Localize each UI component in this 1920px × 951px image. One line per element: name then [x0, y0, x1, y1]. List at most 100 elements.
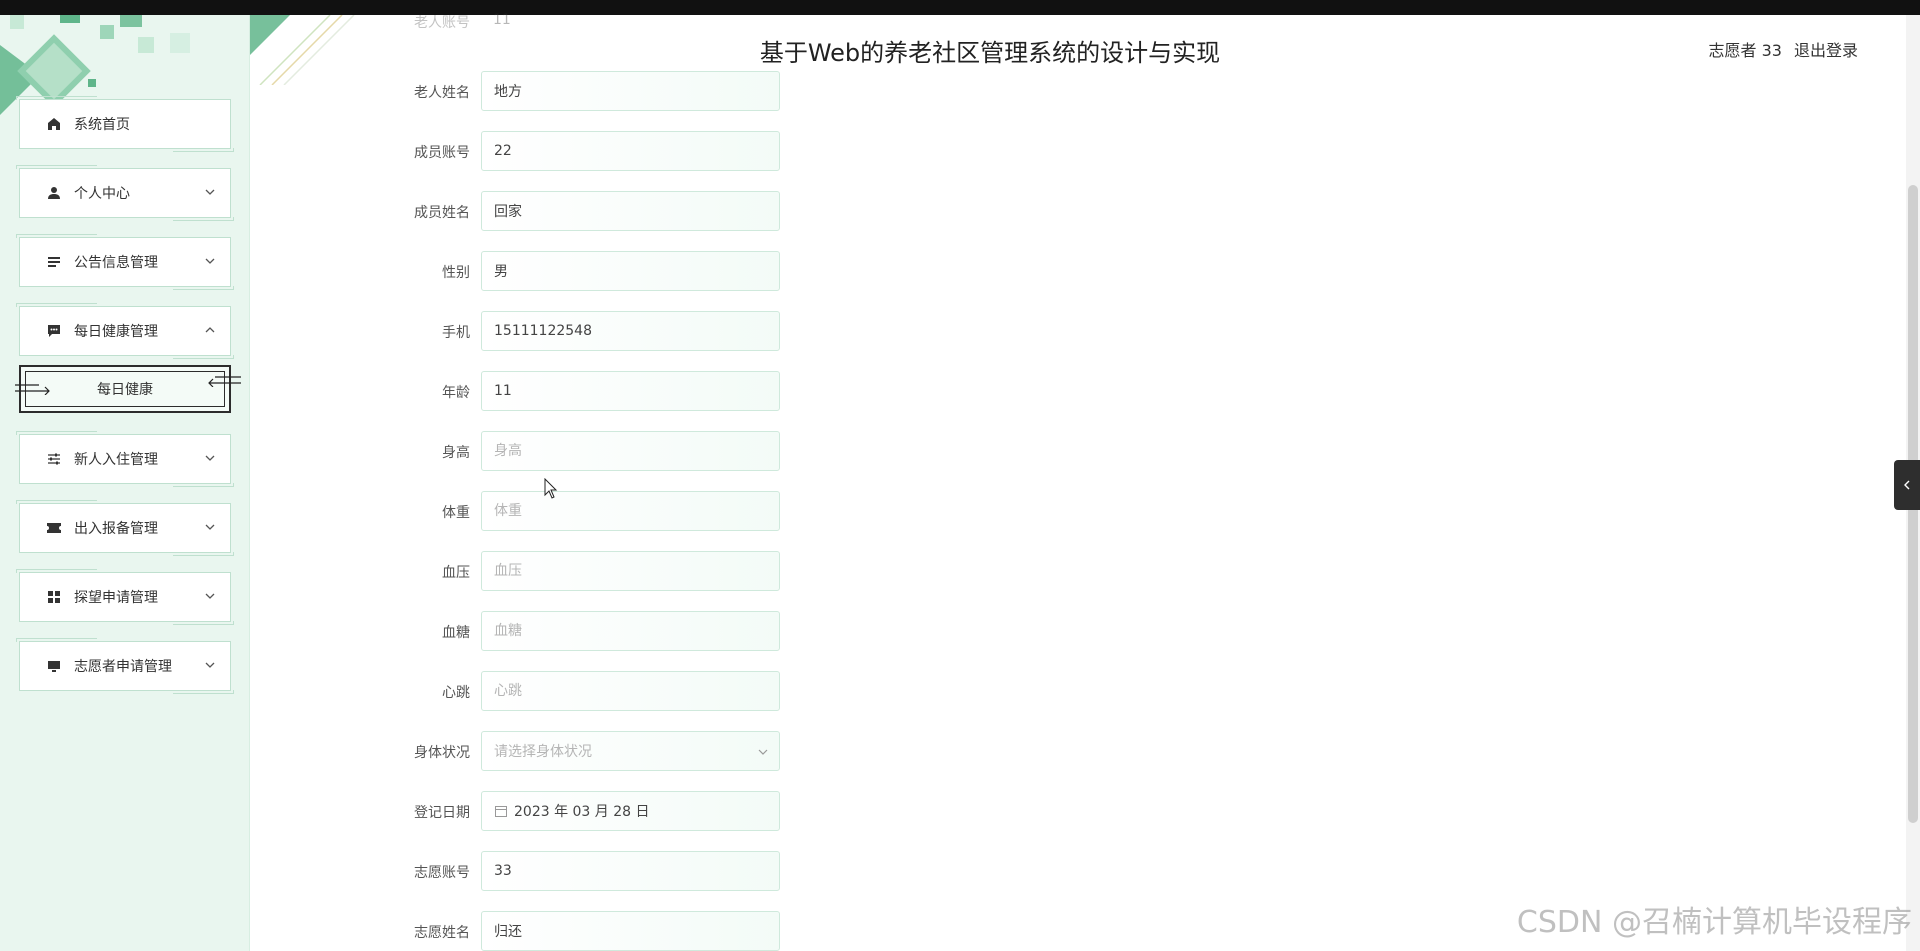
- sidebar-item-daily-health-management[interactable]: 每日健康管理: [16, 303, 234, 359]
- sidebar-item-volunteer-application-management[interactable]: 志愿者申请管理: [16, 638, 234, 694]
- field-label: 志愿姓名: [414, 925, 470, 941]
- sidebar: 系统首页 个人中心 公告信息管理 每日健康管理 每日健康 新人入住管理 出入报备…: [0, 15, 250, 951]
- chevron-up-icon: [205, 327, 215, 333]
- volunteer-account-input[interactable]: [481, 851, 780, 891]
- monitor-icon: [46, 658, 62, 674]
- arrow-right-icon: [15, 384, 50, 395]
- sidebar-item-label: 系统首页: [74, 117, 130, 133]
- field-label: 志愿账号: [414, 865, 470, 881]
- chat-icon: [46, 323, 62, 339]
- form-row-age: 年龄: [400, 371, 800, 411]
- sidebar-subitem-daily-health[interactable]: 每日健康: [15, 365, 241, 413]
- volunteer-name-input[interactable]: [481, 911, 780, 951]
- chevron-down-icon: [205, 524, 215, 530]
- form-row-volunteer-account: 志愿账号: [400, 851, 800, 891]
- sidebar-menu: 系统首页 个人中心 公告信息管理 每日健康管理 每日健康 新人入住管理 出入报备…: [15, 96, 241, 710]
- chevron-down-icon: [205, 189, 215, 195]
- form-row-volunteer-name: 志愿姓名: [400, 911, 800, 951]
- home-icon: [46, 116, 62, 132]
- submenu-label: 每日健康: [97, 382, 153, 398]
- arrow-left-icon: [208, 376, 241, 387]
- field-label: 成员账号: [414, 145, 470, 161]
- page-title: 基于Web的养老社区管理系统的设计与实现: [759, 39, 1221, 67]
- register-date-picker[interactable]: 2023 年 03 月 28 日: [481, 791, 780, 831]
- form-row-member-account: 成员账号: [400, 131, 800, 171]
- header-decoration: [250, 15, 355, 85]
- elder-name-input[interactable]: [481, 71, 780, 111]
- blood-sugar-input[interactable]: [481, 611, 780, 651]
- sidebar-item-personal-center[interactable]: 个人中心: [16, 165, 234, 221]
- date-value: 2023 年 03 月 28 日: [514, 804, 650, 820]
- field-label: 手机: [442, 325, 470, 341]
- sidebar-item-in-out-report-management[interactable]: 出入报备管理: [16, 500, 234, 556]
- body-status-select[interactable]: 请选择身体状况: [481, 731, 780, 771]
- form-row-phone: 手机: [400, 311, 800, 351]
- field-label: 身体状况: [414, 745, 470, 761]
- app-root: 系统首页 个人中心 公告信息管理 每日健康管理 每日健康 新人入住管理 出入报备…: [0, 0, 1920, 951]
- mouse-cursor-icon: [544, 478, 558, 499]
- chevron-down-icon: [205, 455, 215, 461]
- form-row-blood-sugar: 血糖: [400, 611, 800, 651]
- field-label: 身高: [442, 445, 470, 461]
- field-label: 登记日期: [414, 805, 470, 821]
- heartbeat-input[interactable]: [481, 671, 780, 711]
- sidebar-item-label: 公告信息管理: [74, 255, 158, 271]
- sidebar-item-label: 出入报备管理: [74, 521, 158, 537]
- field-label: 心跳: [442, 685, 470, 701]
- sidebar-item-label: 新人入住管理: [74, 452, 158, 468]
- sidebar-item-label: 个人中心: [74, 186, 130, 202]
- grid-icon: [46, 589, 62, 605]
- form-row-gender: 性别: [400, 251, 800, 291]
- field-label: 成员姓名: [414, 205, 470, 221]
- field-label: 年龄: [442, 385, 470, 401]
- form-row-heartbeat: 心跳: [400, 671, 800, 711]
- member-account-input[interactable]: [481, 131, 780, 171]
- phone-input[interactable]: [481, 311, 780, 351]
- form-row-body-status: 身体状况 请选择身体状况: [400, 731, 800, 771]
- form-row-register-date: 登记日期 2023 年 03 月 28 日: [400, 791, 800, 831]
- sliders-icon: [46, 451, 62, 467]
- form-row-weight: 体重: [400, 491, 800, 531]
- field-value: 11: [493, 12, 511, 28]
- user-area: 志愿者 33 退出登录: [1709, 37, 1858, 61]
- form-row-height: 身高: [400, 431, 800, 471]
- chevron-down-icon: [205, 258, 215, 264]
- sidebar-item-label: 探望申请管理: [74, 590, 158, 606]
- side-panel-toggle[interactable]: [1894, 460, 1920, 510]
- age-input[interactable]: [481, 371, 780, 411]
- sidebar-item-label: 每日健康管理: [74, 324, 158, 340]
- sidebar-item-home[interactable]: 系统首页: [16, 96, 234, 152]
- gender-input[interactable]: [481, 251, 780, 291]
- watermark: CSDN @召楠计算机毕设程序: [1516, 905, 1912, 940]
- sidebar-item-visit-application-management[interactable]: 探望申请管理: [16, 569, 234, 625]
- calendar-icon: [495, 806, 507, 817]
- field-label: 体重: [442, 505, 470, 521]
- list-icon: [46, 254, 62, 270]
- weight-input[interactable]: [481, 491, 780, 531]
- ticket-icon: [46, 520, 62, 536]
- chevron-down-icon: [205, 593, 215, 599]
- blood-pressure-input[interactable]: [481, 551, 780, 591]
- chevron-down-icon: [205, 662, 215, 668]
- sidebar-item-notice-management[interactable]: 公告信息管理: [16, 234, 234, 290]
- member-name-input[interactable]: [481, 191, 780, 231]
- form-row-elder-account: 老人账号 11: [400, 10, 800, 32]
- form-row-blood-pressure: 血压: [400, 551, 800, 591]
- current-user-label: 志愿者 33: [1708, 41, 1782, 60]
- field-label: 血压: [442, 565, 470, 581]
- field-label: 性别: [442, 265, 470, 281]
- chevron-down-icon: [758, 749, 768, 755]
- chevron-left-icon: [1904, 480, 1910, 490]
- form-row-member-name: 成员姓名: [400, 191, 800, 231]
- field-label: 血糖: [442, 625, 470, 641]
- field-label: 老人账号: [414, 15, 470, 31]
- sidebar-item-label: 志愿者申请管理: [74, 659, 172, 675]
- sidebar-item-new-residence-management[interactable]: 新人入住管理: [16, 431, 234, 487]
- window-top-bar: [0, 0, 1920, 15]
- height-input[interactable]: [481, 431, 780, 471]
- select-placeholder: 请选择身体状况: [494, 744, 592, 760]
- form-row-elder-name: 老人姓名: [400, 71, 800, 111]
- person-icon: [46, 185, 62, 201]
- field-label: 老人姓名: [414, 85, 470, 101]
- logout-button[interactable]: 退出登录: [1794, 37, 1858, 61]
